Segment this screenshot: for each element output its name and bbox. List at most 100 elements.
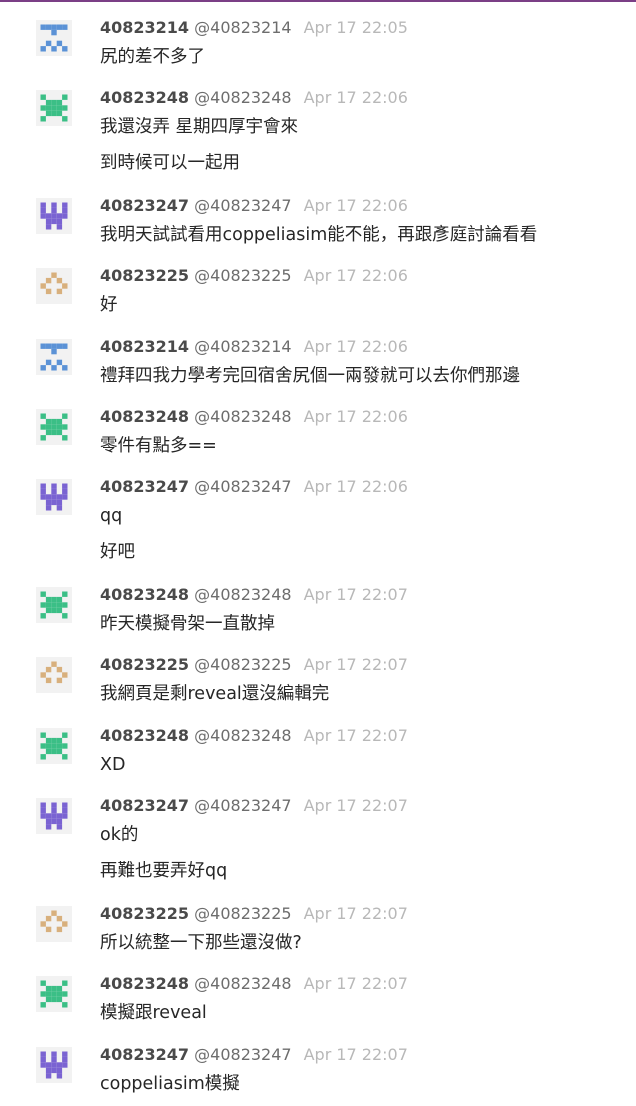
avatar[interactable] [36,409,72,445]
sender-name[interactable]: 40823247 [100,1045,189,1064]
avatar-identicon-icon [40,661,68,684]
sender-handle[interactable]: @40823247 [194,477,291,496]
message-text: 好吧 [100,542,135,562]
message-text: 零件有點多== [100,436,217,456]
chat-message: 40823248 @40823248 Apr 17 22:06 我還沒弄 星期四厚宇… [0,88,636,173]
sender-name[interactable]: 40823214 [100,337,189,356]
message-text: 我明天試試看用coppeliasim能不能，再跟彥庭討論看看 [100,225,538,245]
avatar-identicon-icon [40,272,68,295]
message-header: 40823248 @40823248 Apr 17 22:07 [100,974,408,994]
avatar-identicon-icon [40,980,68,1008]
timestamp: Apr 17 22:07 [303,796,408,815]
chat-message: 40823248 @40823248 Apr 17 22:06 零件有點多== [0,407,636,456]
message-text: XD [100,755,126,775]
sender-handle[interactable]: @40823225 [194,266,291,285]
avatar-identicon-icon [40,910,68,933]
chat-message: 40823247 @40823247 Apr 17 22:06 我明天試試看用cop… [0,196,636,245]
avatar-identicon-icon [40,413,68,441]
sender-handle[interactable]: @40823225 [194,655,291,674]
timestamp: Apr 17 22:06 [303,407,408,426]
timestamp: Apr 17 22:06 [303,266,408,285]
sender-name[interactable]: 40823248 [100,585,189,604]
avatar-identicon-icon [40,202,68,230]
timestamp: Apr 17 22:06 [303,88,408,107]
chat-message: 40823214 @40823214 Apr 17 22:05 尻的差不多了 [0,18,636,67]
sender-handle[interactable]: @40823248 [194,407,291,426]
sender-handle[interactable]: @40823247 [194,796,291,815]
avatar[interactable] [36,906,72,942]
sender-handle[interactable]: @40823248 [194,726,291,745]
chat-message: 40823247 @40823247 Apr 17 22:06 qq 好吧 [0,477,636,562]
sender-name[interactable]: 40823247 [100,477,189,496]
avatar-identicon-icon [40,94,68,122]
chat-message: 40823248 @40823248 Apr 17 22:07 XD [0,726,636,775]
sender-handle[interactable]: @40823214 [194,337,291,356]
sender-name[interactable]: 40823247 [100,196,189,215]
timestamp: Apr 17 22:06 [303,477,408,496]
sender-name[interactable]: 40823247 [100,796,189,815]
message-text: 尻的差不多了 [100,47,205,67]
message-text: 所以統整一下那些還沒做? [100,933,302,953]
avatar[interactable] [36,90,72,126]
avatar[interactable] [36,587,72,623]
sender-name[interactable]: 40823248 [100,407,189,426]
avatar-identicon-icon [40,1051,68,1079]
message-text: 昨天模擬骨架一直散掉 [100,614,275,634]
avatar[interactable] [36,20,72,56]
message-text: ok的 [100,825,139,845]
message-header: 40823247 @40823247 Apr 17 22:06 [100,196,408,216]
sender-handle[interactable]: @40823248 [194,88,291,107]
timestamp: Apr 17 22:06 [303,337,408,356]
sender-name[interactable]: 40823225 [100,655,189,674]
chat-message: 40823247 @40823247 Apr 17 22:07 ok的再難也要弄好q… [0,796,636,881]
chat-message: 40823225 @40823225 Apr 17 22:07 我網頁是剩revea… [0,655,636,704]
message-header: 40823248 @40823248 Apr 17 22:07 [100,585,408,605]
message-header: 40823247 @40823247 Apr 17 22:07 [100,1045,408,1065]
message-text: coppeliasim模擬 [100,1074,240,1094]
avatar[interactable] [36,1047,72,1083]
avatar[interactable] [36,798,72,834]
chat-message: 40823214 @40823214 Apr 17 22:06 禮拜四我力學考完回宿… [0,337,636,386]
sender-handle[interactable]: @40823214 [194,18,291,37]
avatar[interactable] [36,976,72,1012]
sender-handle[interactable]: @40823248 [194,974,291,993]
sender-name[interactable]: 40823225 [100,904,189,923]
chat-message: 40823225 @40823225 Apr 17 22:07 所以統整一下那些還沒… [0,904,636,953]
timestamp: Apr 17 22:07 [303,726,408,745]
avatar-identicon-icon [40,591,68,619]
sender-name[interactable]: 40823225 [100,266,189,285]
sender-name[interactable]: 40823248 [100,726,189,745]
avatar[interactable] [36,479,72,515]
avatar[interactable] [36,339,72,375]
avatar[interactable] [36,268,72,304]
chat-message: 40823248 @40823248 Apr 17 22:07 模擬跟reveal [0,974,636,1023]
top-accent-bar [0,0,636,2]
message-text: qq [100,506,123,526]
sender-name[interactable]: 40823214 [100,18,189,37]
message-header: 40823248 @40823248 Apr 17 22:06 [100,88,408,108]
timestamp: Apr 17 22:05 [303,18,408,37]
sender-name[interactable]: 40823248 [100,974,189,993]
sender-handle[interactable]: @40823248 [194,585,291,604]
message-header: 40823225 @40823225 Apr 17 22:07 [100,904,408,924]
avatar[interactable] [36,657,72,693]
message-header: 40823248 @40823248 Apr 17 22:07 [100,726,408,746]
sender-handle[interactable]: @40823225 [194,904,291,923]
avatar[interactable] [36,198,72,234]
avatar[interactable] [36,728,72,764]
chat-message: 40823225 @40823225 Apr 17 22:06 好 [0,266,636,315]
message-header: 40823247 @40823247 Apr 17 22:07 [100,796,408,816]
avatar-identicon-icon [40,802,68,830]
message-text: 模擬跟reveal [100,1003,207,1023]
message-header: 40823225 @40823225 Apr 17 22:06 [100,266,408,286]
message-header: 40823214 @40823214 Apr 17 22:06 [100,337,408,357]
message-header: 40823214 @40823214 Apr 17 22:05 [100,18,408,38]
message-text: 我網頁是剩reveal還沒編輯完 [100,684,330,704]
sender-handle[interactable]: @40823247 [194,196,291,215]
avatar-identicon-icon [40,343,68,371]
timestamp: Apr 17 22:07 [303,904,408,923]
sender-name[interactable]: 40823248 [100,88,189,107]
sender-handle[interactable]: @40823247 [194,1045,291,1064]
avatar-identicon-icon [40,732,68,760]
message-text: 再難也要弄好qq [100,861,228,881]
